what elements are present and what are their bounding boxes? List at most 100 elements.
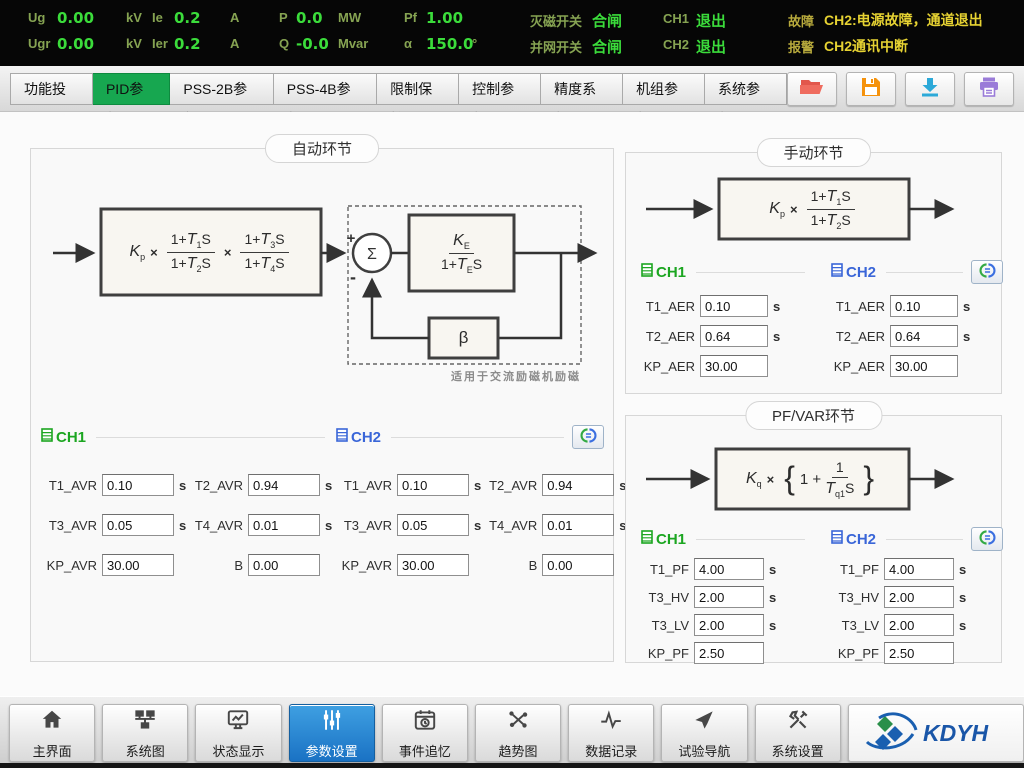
parameter-label: T3_AVR <box>41 518 97 533</box>
variable: T4 <box>260 255 275 271</box>
channel-table-icon <box>641 530 653 549</box>
input-ch1-t3_hv[interactable] <box>694 586 764 608</box>
ch1-header: CH1 <box>641 261 813 283</box>
input-ch2-t1_avr[interactable] <box>397 474 469 496</box>
auto-panel-title: 自动环节 <box>265 134 379 163</box>
manual-panel-title: 手动环节 <box>756 138 870 167</box>
tab-PSS-4B参数[interactable]: PSS-4B参数 <box>274 73 377 105</box>
copy-parameters-sync-button[interactable] <box>971 260 1003 284</box>
nav-主界面[interactable]: 主界面 <box>9 704 95 762</box>
open-file-button[interactable] <box>787 72 837 106</box>
print-button[interactable] <box>964 72 1014 106</box>
input-ch2-t3_avr[interactable] <box>397 514 469 536</box>
tab-精度系数[interactable]: 精度系数 <box>541 73 623 105</box>
channel-table-icon <box>831 530 843 549</box>
parameter-field: T3_AVRs <box>336 514 481 536</box>
parameter-label: T3_HV <box>641 590 689 605</box>
input-ch1-t2_avr[interactable] <box>248 474 320 496</box>
tab-PSS-2B参数[interactable]: PSS-2B参数 <box>170 73 273 105</box>
tab-PID参数[interactable]: PID参数 <box>93 73 170 105</box>
parameter-field: T1_AERs <box>831 295 1003 317</box>
input-ch2-kp_pf[interactable] <box>884 642 954 664</box>
pfvar-ch1-group: CH1T1_PFsT3_HVsT3_LVsKP_PF <box>641 528 813 664</box>
nav-事件追忆[interactable]: 事件追忆 <box>382 704 468 762</box>
meter-unit: kV <box>126 36 142 51</box>
fraction: KE1+TES <box>441 232 482 275</box>
input-ch1-t1_pf[interactable] <box>694 558 764 580</box>
tab-系统参数[interactable]: 系统参数 <box>705 73 787 105</box>
event-recall-icon <box>412 707 438 738</box>
formula-text: β <box>459 328 469 348</box>
tab-控制参数[interactable]: 控制参数 <box>459 73 541 105</box>
input-ch2-t3_lv[interactable] <box>884 614 954 636</box>
parameter-label: T2_AER <box>831 329 885 344</box>
parameter-field: T2_AVRs <box>481 474 626 496</box>
parameter-field: T1_PFs <box>831 558 1003 580</box>
parameter-label: T1_PF <box>831 562 879 577</box>
parameter-label: T3_HV <box>831 590 879 605</box>
formula-text: S <box>473 256 482 272</box>
nav-状态显示[interactable]: 状态显示 <box>195 704 281 762</box>
nav-数据记录[interactable]: 数据记录 <box>568 704 654 762</box>
channel-status-value: 退出 <box>696 36 726 57</box>
bottom-nav-bar: 主界面系统图状态显示参数设置事件追忆趋势图数据记录试验导航系统设置KDYH <box>0 696 1024 768</box>
input-ch1-b[interactable] <box>248 554 320 576</box>
meter-value: 0.2 <box>174 9 201 27</box>
input-ch1-kp_avr[interactable] <box>102 554 174 576</box>
parameter-field: T3_AVRs <box>41 514 187 536</box>
sync-equal-icon <box>580 427 597 447</box>
input-ch2-kp_aer[interactable] <box>890 355 958 377</box>
brace: { <box>784 462 795 494</box>
manual-loop-panel: 手动环节 Kp×1+T1S1+T2S CH1T1_AERsT2_AERsKP_A… <box>625 152 1002 394</box>
variable: KE <box>453 232 470 248</box>
input-ch1-kp_pf[interactable] <box>694 642 764 664</box>
meter-label: Ie <box>152 10 163 25</box>
nav-试验导航[interactable]: 试验导航 <box>661 704 747 762</box>
tab-功能投退[interactable]: 功能投退 <box>10 73 93 105</box>
formula-text: 1+ <box>244 255 260 271</box>
input-ch2-t1_aer[interactable] <box>890 295 958 317</box>
input-ch2-t3_hv[interactable] <box>884 586 954 608</box>
tab-限制保护[interactable]: 限制保护 <box>377 73 459 105</box>
channel-table-icon <box>336 428 348 447</box>
nav-label: 试验导航 <box>678 741 730 760</box>
input-ch1-t2_aer[interactable] <box>700 325 768 347</box>
input-ch1-kp_aer[interactable] <box>700 355 768 377</box>
tab-机组参数[interactable]: 机组参数 <box>623 73 705 105</box>
operator: × <box>767 472 775 487</box>
parameter-label: T2_AVR <box>481 478 537 493</box>
channel-table-icon <box>641 263 653 282</box>
copy-parameters-sync-button[interactable] <box>572 425 604 449</box>
auto-loop-panel: 自动环节 Σ + - <box>30 148 614 662</box>
parameter-field: T3_HVs <box>641 586 813 608</box>
copy-parameters-sync-button[interactable] <box>971 527 1003 551</box>
nav-趋势图[interactable]: 趋势图 <box>475 704 561 762</box>
meter-value: 0.0 <box>296 9 323 27</box>
parameter-field: KP_PF <box>831 642 1003 664</box>
input-ch1-t1_aer[interactable] <box>700 295 768 317</box>
input-ch1-t3_avr[interactable] <box>102 514 174 536</box>
input-ch2-t2_avr[interactable] <box>542 474 614 496</box>
import-button[interactable] <box>905 72 955 106</box>
input-ch1-t3_lv[interactable] <box>694 614 764 636</box>
channel-name: CH2 <box>351 429 381 446</box>
meter-unit: A <box>230 36 239 51</box>
parameter-grid: T1_AERsT2_AERsKP_AER <box>641 295 813 377</box>
input-ch1-t4_avr[interactable] <box>248 514 320 536</box>
channel-status-label: CH2 <box>663 37 689 52</box>
formula-text: S <box>275 255 284 271</box>
meter-unit: A <box>230 10 239 25</box>
input-ch2-t1_pf[interactable] <box>884 558 954 580</box>
input-ch2-b[interactable] <box>542 554 614 576</box>
input-ch1-t1_avr[interactable] <box>102 474 174 496</box>
meter-value: 150.0 <box>426 35 473 53</box>
input-ch2-t4_avr[interactable] <box>542 514 614 536</box>
nav-系统图[interactable]: 系统图 <box>102 704 188 762</box>
save-button[interactable] <box>846 72 896 106</box>
input-ch2-kp_avr[interactable] <box>397 554 469 576</box>
parameter-field: T2_AERs <box>831 325 1003 347</box>
formula-text: 1+ <box>171 255 187 271</box>
nav-系统设置[interactable]: 系统设置 <box>755 704 841 762</box>
input-ch2-t2_aer[interactable] <box>890 325 958 347</box>
nav-参数设置[interactable]: 参数设置 <box>289 704 375 762</box>
